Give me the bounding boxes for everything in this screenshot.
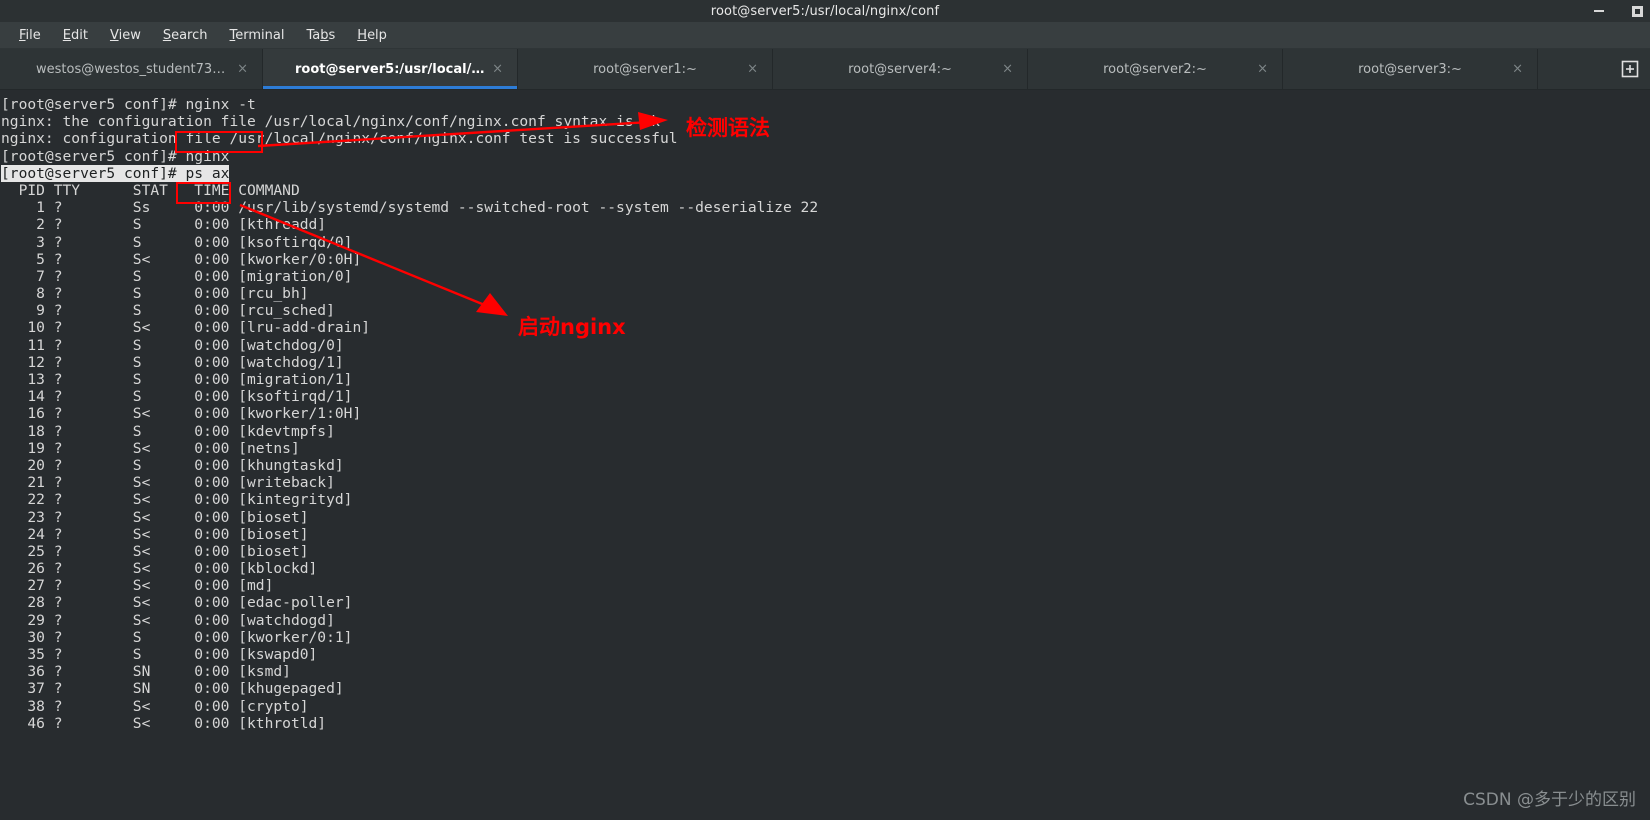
terminal-line: 35 ? S 0:00 [kswapd0] bbox=[1, 646, 318, 664]
tab-label: root@server3:~ bbox=[1358, 61, 1462, 77]
tab-close-icon[interactable]: × bbox=[1512, 63, 1523, 76]
terminal-line: 36 ? SN 0:00 [ksmd] bbox=[1, 663, 291, 681]
terminal-line: 12 ? S 0:00 [watchdog/1] bbox=[1, 353, 344, 371]
menu-tabs[interactable]: Tabs bbox=[295, 25, 346, 46]
menubar: File Edit View Search Terminal Tabs Help bbox=[0, 22, 1650, 49]
tab-bar: westos@westos_student73:... × root@serve… bbox=[0, 49, 1650, 90]
terminal-line: 28 ? S< 0:00 [edac-poller] bbox=[1, 594, 353, 612]
maximize-icon bbox=[1631, 5, 1643, 17]
tab-server2[interactable]: root@server2:~ × bbox=[1028, 49, 1283, 89]
terminal-line: PID TTY STAT TIME COMMAND bbox=[1, 181, 300, 199]
tab-close-icon[interactable]: × bbox=[1002, 63, 1013, 76]
terminal-area[interactable]: [root@server5 conf]# nginx -t nginx: the … bbox=[0, 90, 1650, 820]
menu-terminal[interactable]: Terminal bbox=[219, 25, 296, 46]
terminal-line: 26 ? S< 0:00 [kblockd] bbox=[1, 560, 318, 578]
terminal-line: 2 ? S 0:00 [kthreadd] bbox=[1, 216, 327, 234]
minimize-button[interactable] bbox=[1592, 4, 1606, 18]
terminal-line: 8 ? S 0:00 [rcu_bh] bbox=[1, 285, 309, 303]
maximize-button[interactable] bbox=[1630, 4, 1644, 18]
terminal-line: [root@server5 conf]# nginx bbox=[1, 147, 230, 165]
window-titlebar: root@server5:/usr/local/nginx/conf bbox=[0, 0, 1650, 22]
terminal-line: nginx: the configuration file /usr/local… bbox=[1, 113, 660, 131]
terminal-line: 27 ? S< 0:00 [md] bbox=[1, 577, 274, 595]
menu-view[interactable]: View bbox=[99, 25, 152, 46]
minimize-icon bbox=[1594, 10, 1604, 12]
terminal-line: 25 ? S< 0:00 [bioset] bbox=[1, 542, 309, 560]
menu-search[interactable]: Search bbox=[152, 25, 219, 46]
terminal-line: 16 ? S< 0:00 [kworker/1:0H] bbox=[1, 405, 362, 423]
tab-close-icon[interactable]: × bbox=[747, 63, 758, 76]
tab-server5-nginx-conf[interactable]: root@server5:/usr/local/ngin... × bbox=[263, 49, 518, 89]
terminal-line: 20 ? S 0:00 [khungtaskd] bbox=[1, 456, 344, 474]
tab-close-icon[interactable]: × bbox=[1257, 63, 1268, 76]
terminal-line: 1 ? Ss 0:00 /usr/lib/systemd/systemd --s… bbox=[1, 199, 819, 217]
tab-westos-student73[interactable]: westos@westos_student73:... × bbox=[0, 49, 263, 89]
tab-close-icon[interactable]: × bbox=[492, 63, 503, 76]
terminal-line: 29 ? S< 0:00 [watchdogd] bbox=[1, 611, 335, 629]
tab-server1[interactable]: root@server1:~ × bbox=[518, 49, 773, 89]
terminal-line: 19 ? S< 0:00 [netns] bbox=[1, 439, 300, 457]
menu-file[interactable]: File bbox=[8, 25, 52, 46]
terminal-line: 14 ? S 0:00 [ksoftirqd/1] bbox=[1, 388, 353, 406]
tab-label: root@server2:~ bbox=[1103, 61, 1207, 77]
terminal-line: 9 ? S 0:00 [rcu_sched] bbox=[1, 302, 335, 320]
tab-close-icon[interactable]: × bbox=[237, 63, 248, 76]
terminal-line: [root@server5 conf]# ps ax bbox=[1, 164, 230, 182]
terminal-line: 24 ? S< 0:00 [bioset] bbox=[1, 525, 309, 543]
tab-server4[interactable]: root@server4:~ × bbox=[773, 49, 1028, 89]
tab-label: root@server5:/usr/local/ngin... bbox=[295, 61, 485, 77]
terminal-line: [root@server5 conf]# nginx -t bbox=[1, 96, 256, 113]
terminal-line: 23 ? S< 0:00 [bioset] bbox=[1, 508, 309, 526]
new-tab-button[interactable] bbox=[1610, 49, 1650, 89]
terminal-line: 18 ? S 0:00 [kdevtmpfs] bbox=[1, 422, 335, 440]
menu-edit[interactable]: Edit bbox=[52, 25, 99, 46]
window-controls bbox=[1592, 0, 1644, 22]
watermark: CSDN @多于少的区别 bbox=[1463, 790, 1636, 810]
terminal-line: 3 ? S 0:00 [ksoftirqd/0] bbox=[1, 233, 353, 251]
terminal-line: 22 ? S< 0:00 [kintegrityd] bbox=[1, 491, 353, 509]
tab-label: root@server4:~ bbox=[848, 61, 952, 77]
terminal-line: 11 ? S 0:00 [watchdog/0] bbox=[1, 336, 344, 354]
menu-help[interactable]: Help bbox=[346, 25, 398, 46]
terminal-output: [root@server5 conf]# nginx -t nginx: the … bbox=[0, 96, 1650, 732]
tab-server3[interactable]: root@server3:~ × bbox=[1283, 49, 1538, 89]
terminal-line: 5 ? S< 0:00 [kworker/0:0H] bbox=[1, 250, 362, 268]
window-title: root@server5:/usr/local/nginx/conf bbox=[710, 3, 940, 19]
terminal-line: nginx: configuration file /usr/local/ngi… bbox=[1, 130, 678, 148]
terminal-line: 37 ? SN 0:00 [khugepaged] bbox=[1, 680, 344, 698]
terminal-line: 21 ? S< 0:00 [writeback] bbox=[1, 474, 335, 492]
terminal-line: 7 ? S 0:00 [migration/0] bbox=[1, 267, 353, 285]
terminal-line: 13 ? S 0:00 [migration/1] bbox=[1, 371, 353, 389]
terminal-line: 38 ? S< 0:00 [crypto] bbox=[1, 697, 309, 715]
tab-label: root@server1:~ bbox=[593, 61, 697, 77]
terminal-line: 46 ? S< 0:00 [kthrotld] bbox=[1, 714, 327, 732]
terminal-line: 10 ? S< 0:00 [lru-add-drain] bbox=[1, 319, 371, 337]
new-tab-icon bbox=[1621, 60, 1639, 78]
terminal-line: 30 ? S 0:00 [kworker/0:1] bbox=[1, 628, 353, 646]
tab-label: westos@westos_student73:... bbox=[36, 61, 226, 77]
